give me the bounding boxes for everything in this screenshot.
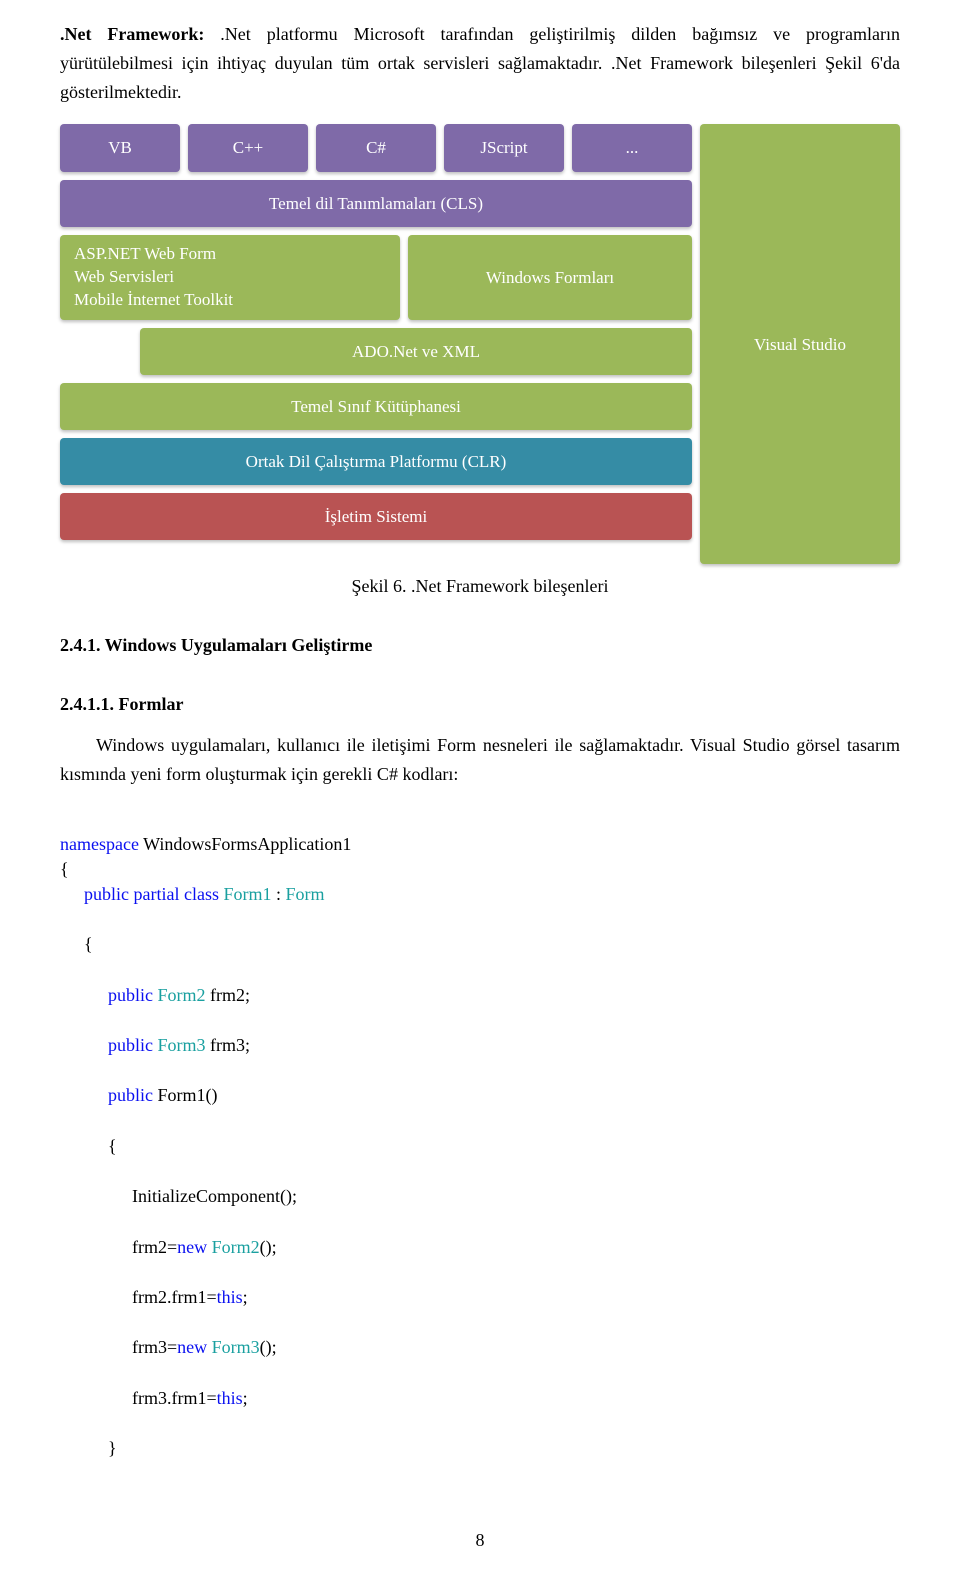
code-line-5: public Form2 frm2; <box>60 983 900 1008</box>
languages-row: VB C++ C# JScript ... <box>60 124 692 171</box>
intro-paragraph: .Net Framework: .Net platformu Microsoft… <box>60 20 900 106</box>
code-line-11: frm2.frm1=this; <box>60 1285 900 1310</box>
cls-box: Temel dil Tanımlamaları (CLS) <box>60 180 692 227</box>
os-box: İşletim Sistemi <box>60 493 692 540</box>
code-block: namespace WindowsFormsApplication1 { pub… <box>60 806 900 1486</box>
code-line-7: public Form1() <box>60 1083 900 1108</box>
asp-text: ASP.NET Web Form Web Servisleri Mobile İ… <box>74 243 233 312</box>
code-line-14: } <box>60 1436 900 1461</box>
code-line-3: public partial class Form1 : Form <box>60 882 900 907</box>
net-framework-diagram: VB C++ C# JScript ... Temel dil Tanımlam… <box>60 124 900 564</box>
diagram-right-column: Visual Studio <box>700 124 900 564</box>
asp-line-2: Web Servisleri <box>74 266 233 289</box>
lang-cpp: C++ <box>188 124 308 171</box>
lang-jscript: JScript <box>444 124 564 171</box>
code-line-2: { <box>60 859 69 879</box>
code-line-9: InitializeComponent(); <box>60 1184 900 1209</box>
code-line-4: { <box>60 932 900 957</box>
heading-2411: 2.4.1.1. Formlar <box>60 690 900 719</box>
lang-vb: VB <box>60 124 180 171</box>
intro-label: .Net Framework: <box>60 24 204 44</box>
code-line-12: frm3=new Form3(); <box>60 1335 900 1360</box>
ado-box: ADO.Net ve XML <box>140 328 692 375</box>
asp-line-1: ASP.NET Web Form <box>74 243 233 266</box>
code-line-10: frm2=new Form2(); <box>60 1235 900 1260</box>
code-line-8: { <box>60 1134 900 1159</box>
diagram-left-column: VB C++ C# JScript ... Temel dil Tanımlam… <box>60 124 692 564</box>
lang-csharp: C# <box>316 124 436 171</box>
asp-box: ASP.NET Web Form Web Servisleri Mobile İ… <box>60 235 400 320</box>
visual-studio-box: Visual Studio <box>700 124 900 564</box>
heading-241: 2.4.1. Windows Uygulamaları Geliştirme <box>60 631 900 660</box>
diagram-caption: Şekil 6. .Net Framework bileşenleri <box>60 572 900 601</box>
winforms-box: Windows Formları <box>408 235 692 320</box>
code-line-1: namespace WindowsFormsApplication1 <box>60 834 351 854</box>
code-line-6: public Form3 frm3; <box>60 1033 900 1058</box>
lang-more: ... <box>572 124 692 171</box>
page-number: 8 <box>60 1526 900 1555</box>
forms-paragraph: Windows uygulamaları, kullanıcı ile ilet… <box>60 731 900 789</box>
code-line-13: frm3.frm1=this; <box>60 1386 900 1411</box>
clr-box: Ortak Dil Çalıştırma Platformu (CLR) <box>60 438 692 485</box>
bcl-box: Temel Sınıf Kütüphanesi <box>60 383 692 430</box>
asp-winforms-row: ASP.NET Web Form Web Servisleri Mobile İ… <box>60 235 692 320</box>
asp-line-3: Mobile İnternet Toolkit <box>74 289 233 312</box>
